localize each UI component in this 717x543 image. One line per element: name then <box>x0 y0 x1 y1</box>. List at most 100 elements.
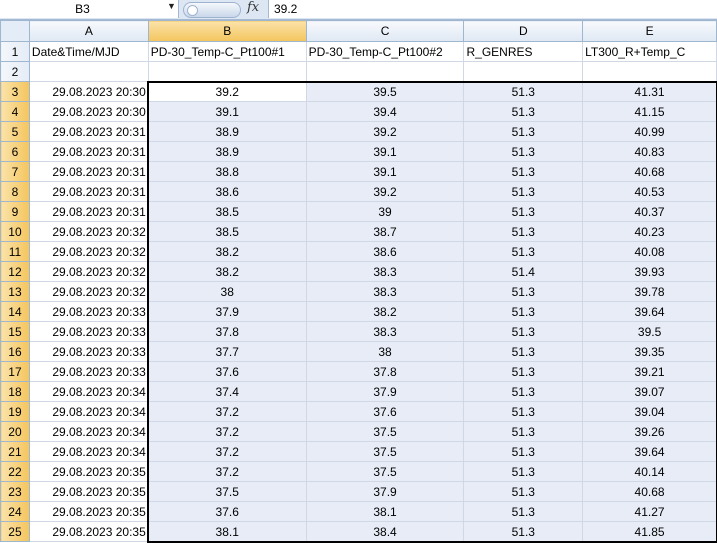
row-header[interactable]: 4 <box>0 101 30 122</box>
cell-date[interactable]: 29.08.2023 20:33 <box>28 321 149 342</box>
cell-value[interactable]: 51.3 <box>463 121 584 142</box>
cell-value[interactable]: 37.5 <box>305 421 465 442</box>
cell-value[interactable]: 39 <box>305 201 465 222</box>
cell-value[interactable]: 51.3 <box>463 361 584 382</box>
cell-value[interactable]: 39.26 <box>582 421 717 442</box>
cell-value[interactable]: 51.3 <box>463 381 584 402</box>
cell-value[interactable]: 40.99 <box>582 121 717 142</box>
cell-value[interactable]: 39.07 <box>582 381 717 402</box>
cell-value[interactable]: 37.2 <box>147 421 307 442</box>
cell-value[interactable]: 51.3 <box>463 81 584 102</box>
cell-value[interactable]: 39.64 <box>582 301 717 322</box>
cell-date[interactable]: 29.08.2023 20:31 <box>28 181 149 202</box>
cell-value[interactable]: 37.4 <box>147 381 307 402</box>
row-header[interactable]: 24 <box>0 501 30 522</box>
cell-value[interactable]: 38 <box>305 341 465 362</box>
cell-date[interactable]: 29.08.2023 20:34 <box>28 401 149 422</box>
cell-value[interactable]: 39.2 <box>305 181 465 202</box>
cell-value[interactable]: 37.7 <box>147 341 307 362</box>
cell-value[interactable]: 51.3 <box>463 521 584 542</box>
cell-value[interactable]: 51.3 <box>463 101 584 122</box>
header-cell-d[interactable]: R_GENRES <box>463 41 584 62</box>
cell-value[interactable]: 51.3 <box>463 501 584 522</box>
cell-value[interactable]: 41.85 <box>582 521 717 542</box>
cell-date[interactable]: 29.08.2023 20:32 <box>28 261 149 282</box>
cell-value[interactable]: 39.1 <box>147 101 307 122</box>
column-header-b[interactable]: B <box>147 20 307 42</box>
cell-date[interactable]: 29.08.2023 20:31 <box>28 161 149 182</box>
cell-value[interactable]: 39.1 <box>305 161 465 182</box>
cell-value[interactable]: 37.6 <box>305 401 465 422</box>
formula-input[interactable]: 39.2 <box>268 0 717 18</box>
cell-value[interactable]: 40.37 <box>582 201 717 222</box>
cell-value[interactable]: 38.1 <box>305 501 465 522</box>
cell-value[interactable]: 37.9 <box>305 481 465 502</box>
cell-date[interactable]: 29.08.2023 20:34 <box>28 421 149 442</box>
cell-value[interactable]: 38.7 <box>305 221 465 242</box>
cell-value[interactable]: 39.78 <box>582 281 717 302</box>
cell-value[interactable]: 39.4 <box>305 101 465 122</box>
cell-value[interactable]: 40.53 <box>582 181 717 202</box>
cell-value[interactable]: 38.4 <box>305 521 465 542</box>
cell-value[interactable]: 38 <box>147 281 307 302</box>
cell-value[interactable]: 38.6 <box>305 241 465 262</box>
cell-date[interactable]: 29.08.2023 20:30 <box>28 101 149 122</box>
column-header-c[interactable]: C <box>305 20 465 42</box>
cell-value[interactable]: 51.3 <box>463 181 584 202</box>
row-header[interactable]: 3 <box>0 81 30 102</box>
cell-date[interactable]: 29.08.2023 20:32 <box>28 221 149 242</box>
cell-value[interactable]: 51.3 <box>463 401 584 422</box>
header-cell-c[interactable]: PD-30_Temp-C_Pt100#2 <box>305 41 465 62</box>
cell-value[interactable]: 51.4 <box>463 261 584 282</box>
row-header[interactable]: 9 <box>0 201 30 222</box>
cell-value[interactable]: 38.9 <box>147 121 307 142</box>
empty-cell[interactable] <box>28 61 149 82</box>
cell-date[interactable]: 29.08.2023 20:35 <box>28 501 149 522</box>
cell-value[interactable]: 37.6 <box>147 501 307 522</box>
cell-date[interactable]: 29.08.2023 20:32 <box>28 241 149 262</box>
insert-function-icon[interactable]: fx <box>247 0 259 15</box>
cell-value[interactable]: 39.5 <box>582 321 717 342</box>
cell-value[interactable]: 37.5 <box>305 441 465 462</box>
cell-value[interactable]: 37.2 <box>147 461 307 482</box>
cell-value[interactable]: 38.2 <box>305 301 465 322</box>
row-header[interactable]: 25 <box>0 521 30 542</box>
cell-value[interactable]: 38.5 <box>147 221 307 242</box>
cell-value[interactable]: 41.15 <box>582 101 717 122</box>
cell-value[interactable]: 38.1 <box>147 521 307 542</box>
row-header[interactable]: 21 <box>0 441 30 462</box>
cell-value[interactable]: 40.83 <box>582 141 717 162</box>
row-header[interactable]: 6 <box>0 141 30 162</box>
row-header[interactable]: 10 <box>0 221 30 242</box>
cell-value[interactable]: 51.3 <box>463 341 584 362</box>
cell-date[interactable]: 29.08.2023 20:33 <box>28 301 149 322</box>
cell-value[interactable]: 51.3 <box>463 141 584 162</box>
column-header-a[interactable]: A <box>28 20 149 42</box>
cell-value[interactable]: 37.5 <box>147 481 307 502</box>
cell-value[interactable]: 38.2 <box>147 261 307 282</box>
cell-value[interactable]: 38.9 <box>147 141 307 162</box>
cell-value[interactable]: 37.9 <box>147 301 307 322</box>
cell-value[interactable]: 38.5 <box>147 201 307 222</box>
cell-value[interactable]: 51.3 <box>463 281 584 302</box>
cell-value[interactable]: 51.3 <box>463 481 584 502</box>
spreadsheet-grid[interactable]: A B C D E 1 Date&Time/MJD PD-30_Temp-C_P… <box>0 20 717 543</box>
cell-value[interactable]: 51.3 <box>463 461 584 482</box>
cell-value[interactable]: 51.3 <box>463 241 584 262</box>
cell-value[interactable]: 37.8 <box>305 361 465 382</box>
row-header[interactable]: 1 <box>0 41 30 62</box>
cell-value[interactable]: 39.35 <box>582 341 717 362</box>
row-header[interactable]: 18 <box>0 381 30 402</box>
cell-value[interactable]: 39.5 <box>305 81 465 102</box>
row-header[interactable]: 17 <box>0 361 30 382</box>
row-header[interactable]: 15 <box>0 321 30 342</box>
column-header-d[interactable]: D <box>463 20 584 42</box>
cell-date[interactable]: 29.08.2023 20:33 <box>28 361 149 382</box>
cell-value[interactable]: 40.23 <box>582 221 717 242</box>
cell-value[interactable]: 38.3 <box>305 261 465 282</box>
cell-value[interactable]: 37.2 <box>147 441 307 462</box>
empty-cell[interactable] <box>147 61 307 82</box>
header-cell-b[interactable]: PD-30_Temp-C_Pt100#1 <box>147 41 307 62</box>
cell-value[interactable]: 51.3 <box>463 221 584 242</box>
formula-bar-splitter[interactable] <box>183 2 241 18</box>
